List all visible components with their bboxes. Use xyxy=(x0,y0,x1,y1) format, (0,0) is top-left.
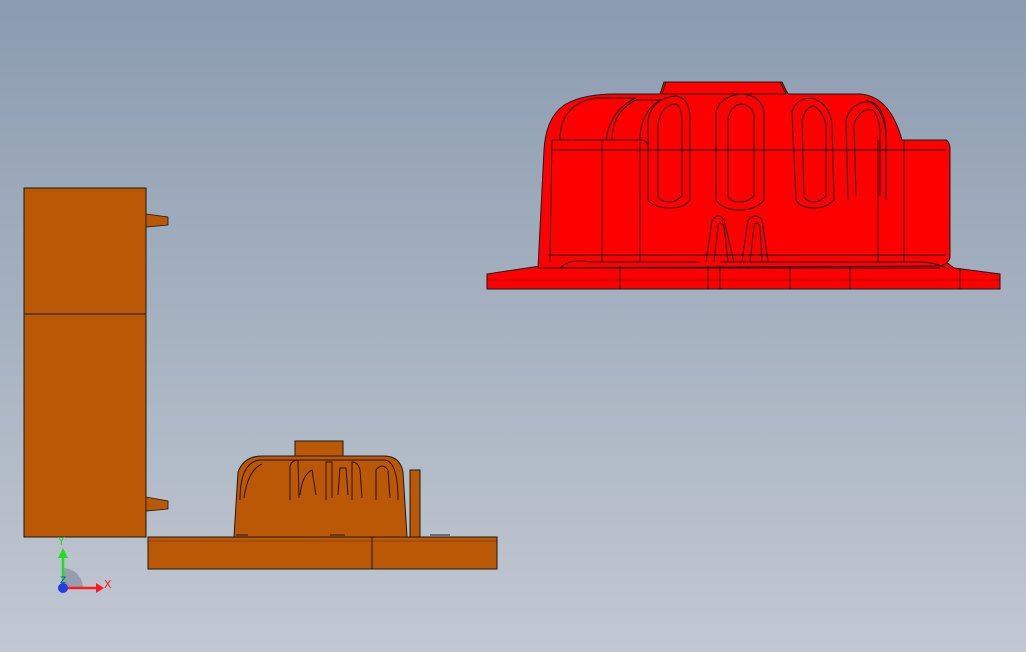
side-view-block[interactable] xyxy=(23,187,147,538)
cad-viewport[interactable]: X Y Z xyxy=(0,0,1026,652)
cad-scene[interactable]: X Y Z xyxy=(0,0,1026,652)
front-view-vertical-pin[interactable] xyxy=(409,469,421,538)
axis-x-arrow xyxy=(96,583,104,593)
front-view-top-boss[interactable] xyxy=(294,440,344,459)
front-view-base-plate[interactable] xyxy=(147,536,498,570)
highlighted-part[interactable] xyxy=(486,81,1001,290)
axis-y-arrow xyxy=(58,548,68,558)
side-view-pin-top[interactable] xyxy=(145,213,169,228)
highlighted-top-cap[interactable] xyxy=(661,81,787,95)
axis-y-label: Y xyxy=(57,535,65,548)
axis-x-label: X xyxy=(104,578,112,591)
side-view-pin-bottom[interactable] xyxy=(145,496,169,512)
side-view-part[interactable] xyxy=(23,187,169,538)
axis-z-label: Z xyxy=(60,576,66,586)
highlighted-body[interactable] xyxy=(537,81,951,269)
coordinate-triad-icon: X Y Z xyxy=(57,535,112,593)
front-view-part[interactable] xyxy=(147,440,498,570)
front-view-dome[interactable] xyxy=(233,455,408,538)
